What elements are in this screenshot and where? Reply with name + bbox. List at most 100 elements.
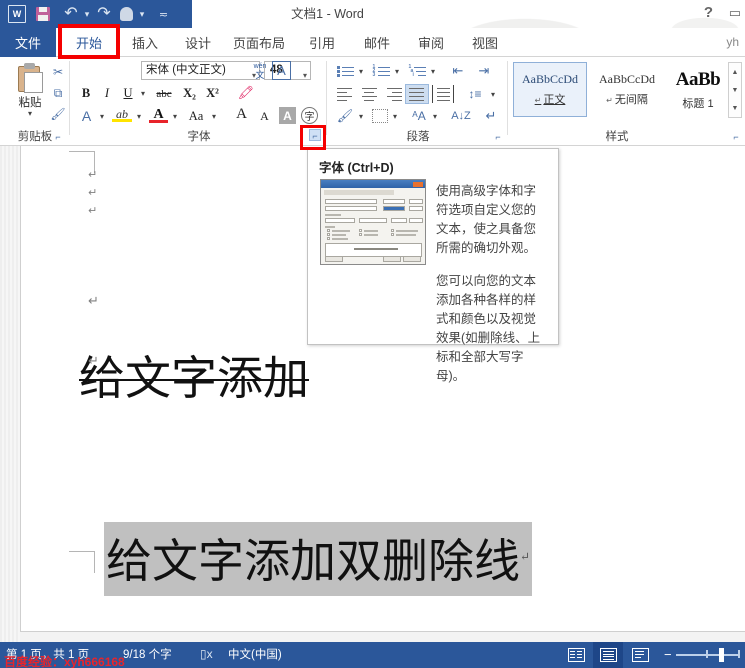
style-item-heading1[interactable]: AaBb 标题 1 xyxy=(667,62,729,117)
text-effects-dropdown-icon[interactable]: ▾ xyxy=(97,107,107,126)
align-center-icon[interactable] xyxy=(358,85,380,103)
text-highlight-dropdown-icon[interactable]: ▾ xyxy=(134,107,144,126)
phonetic-guide-icon[interactable]: wén文 xyxy=(250,61,270,80)
redo-glyph: ↷ xyxy=(97,6,110,22)
styles-scroll-down-icon[interactable]: ▼ xyxy=(729,81,741,99)
superscript-button[interactable]: X² xyxy=(203,84,222,103)
tab-page-layout[interactable]: 页面布局 xyxy=(224,28,294,57)
show-formatting-marks-icon[interactable]: ↵ xyxy=(480,107,502,125)
distribute-icon[interactable] xyxy=(432,85,454,103)
document-line-2-selected[interactable]: 给文字添加双删除线↵ xyxy=(104,522,532,596)
clear-formatting-icon[interactable]: 🖍 xyxy=(236,83,256,102)
tooltip-title: 字体 (Ctrl+D) xyxy=(319,157,394,176)
align-right-icon[interactable] xyxy=(382,85,404,103)
highlight-color-bar xyxy=(112,119,132,122)
help-icon[interactable]: ? xyxy=(704,4,713,21)
multilevel-list-icon[interactable]: 1 a i xyxy=(406,62,428,80)
touch-mode-dropdown-icon[interactable]: ▾ xyxy=(137,2,146,26)
sort-icon[interactable]: A↓Z xyxy=(450,107,472,125)
bold-button[interactable]: B xyxy=(78,84,94,103)
underline-button[interactable]: U xyxy=(120,84,136,103)
strikethrough-button[interactable]: abc xyxy=(152,84,176,103)
proofing-errors-icon[interactable]: ▯x xyxy=(200,647,213,661)
paste-label: 粘贴 xyxy=(19,94,42,110)
styles-dialog-launcher[interactable]: ⌐ xyxy=(730,131,742,143)
touch-mode-icon[interactable] xyxy=(115,2,137,26)
bullets-icon[interactable] xyxy=(334,62,356,80)
font-dialog-launcher[interactable]: ⌐ xyxy=(309,129,321,141)
tab-home[interactable]: 开始 xyxy=(62,28,116,57)
borders-icon[interactable] xyxy=(372,109,388,123)
tab-design[interactable]: 设计 xyxy=(173,28,223,57)
format-painter-icon[interactable]: 🖌 xyxy=(48,105,68,123)
line-spacing-dropdown-icon[interactable]: ▾ xyxy=(488,85,498,103)
line-spacing-icon[interactable]: ↕≡ xyxy=(464,85,486,103)
underline-dropdown-icon[interactable]: ▾ xyxy=(138,84,148,103)
bullets-dropdown-icon[interactable]: ▾ xyxy=(356,62,366,80)
zoom-slider-handle[interactable] xyxy=(719,648,724,662)
character-border-icon[interactable]: A xyxy=(272,61,291,80)
italic-button[interactable]: I xyxy=(99,84,115,103)
style-item-no-spacing[interactable]: AaBbCcDd ↵无间隔 xyxy=(590,62,664,117)
paragraph-dialog-launcher[interactable]: ⌐ xyxy=(492,131,504,143)
styles-scroll-up-icon[interactable]: ▲ xyxy=(729,63,741,81)
increase-indent-icon[interactable]: ⇥ xyxy=(474,62,494,80)
borders-dropdown-icon[interactable]: ▾ xyxy=(390,107,400,125)
text-effects-icon[interactable]: A xyxy=(78,107,95,124)
copy-icon[interactable]: ⧉ xyxy=(48,84,68,102)
clipboard-dialog-launcher[interactable]: ⌐ xyxy=(52,131,64,143)
quick-access-toolbar: W ↶ ▾ ↷ ▾ ≂ xyxy=(0,0,192,28)
change-case-icon[interactable]: Aa xyxy=(184,107,208,126)
account-name: yh xyxy=(726,28,739,57)
decrease-indent-icon[interactable]: ⇤ xyxy=(448,62,468,80)
tooltip-paragraph-2: 您可以向您的文本添加各种各样的样式和颜色以及视觉效果(如删除线、上标和全部大写字… xyxy=(436,272,548,386)
character-shading-icon[interactable]: A xyxy=(279,107,296,124)
font-name-input[interactable]: 宋体 (中文正文) ▾ xyxy=(141,61,260,80)
tab-review[interactable]: 审阅 xyxy=(406,28,456,57)
language-indicator[interactable]: 中文(中国) xyxy=(228,642,282,668)
paste-button[interactable]: 粘贴 ▾ xyxy=(8,61,52,125)
font-size-dropdown-icon[interactable]: ▾ xyxy=(303,67,307,84)
cut-icon[interactable]: ✂ xyxy=(48,63,68,81)
zoom-out-button[interactable]: − xyxy=(664,648,672,661)
redo-icon[interactable]: ↷ xyxy=(93,2,115,26)
customize-qat-icon[interactable]: ≂ xyxy=(152,2,174,26)
read-mode-view-icon[interactable] xyxy=(562,645,590,665)
numbering-icon[interactable]: 1 2 3 xyxy=(370,62,392,80)
tab-references[interactable]: 引用 xyxy=(297,28,347,57)
asian-layout-icon[interactable]: ᴬA xyxy=(408,107,430,125)
tab-insert[interactable]: 插入 xyxy=(120,28,170,57)
group-clipboard: 粘贴 ▾ ✂ ⧉ 🖌 剪贴板 ⌐ xyxy=(0,57,70,146)
subscript-button[interactable]: X₂ xyxy=(180,84,199,103)
styles-gallery-scrollbar[interactable]: ▲ ▼ ▼ xyxy=(728,62,742,118)
undo-dropdown-icon[interactable]: ▾ xyxy=(82,2,91,26)
font-color-dropdown-icon[interactable]: ▾ xyxy=(170,107,180,126)
shading-dropdown-icon[interactable]: ▾ xyxy=(356,107,366,125)
shading-icon[interactable]: 🖌 xyxy=(334,107,356,125)
style-item-normal[interactable]: AaBbCcDd ↵正文 xyxy=(513,62,587,117)
save-icon[interactable] xyxy=(32,2,54,26)
justify-icon[interactable] xyxy=(405,84,429,104)
numbering-dropdown-icon[interactable]: ▾ xyxy=(392,62,402,80)
align-left-icon[interactable] xyxy=(334,85,356,103)
asian-layout-dropdown-icon[interactable]: ▾ xyxy=(430,107,440,125)
print-layout-view-icon[interactable] xyxy=(594,645,622,665)
document-line-1[interactable]: 给文字添加 xyxy=(79,342,309,408)
group-paragraph: ▾ 1 2 3 ▾ 1 a i ▾ ⇤ ⇥ xyxy=(328,57,508,146)
shrink-font-icon[interactable]: A xyxy=(256,107,273,126)
multilevel-list-dropdown-icon[interactable]: ▾ xyxy=(428,62,438,80)
styles-more-icon[interactable]: ▼ xyxy=(729,99,741,117)
word-count[interactable]: 9/18 个字 xyxy=(123,642,172,668)
enclose-character-icon[interactable]: 字 xyxy=(301,107,318,124)
tooltip-paragraph-1: 使用高级字体和字符选项自定义您的文本，使之具备您所需的确切外观。 xyxy=(436,182,548,258)
tab-mailings[interactable]: 邮件 xyxy=(352,28,402,57)
undo-icon[interactable]: ↶ xyxy=(60,2,82,26)
change-case-dropdown-icon[interactable]: ▾ xyxy=(209,107,219,126)
tab-view[interactable]: 视图 xyxy=(460,28,510,57)
style-name-heading1: 标题 1 xyxy=(682,95,713,111)
grow-font-icon[interactable]: A xyxy=(233,105,250,124)
ribbon-display-options-icon[interactable]: ▭ xyxy=(729,5,741,21)
tab-file[interactable]: 文件 xyxy=(0,28,56,57)
style-sample-normal: AaBbCcDd xyxy=(522,72,578,87)
web-layout-view-icon[interactable] xyxy=(626,645,654,665)
